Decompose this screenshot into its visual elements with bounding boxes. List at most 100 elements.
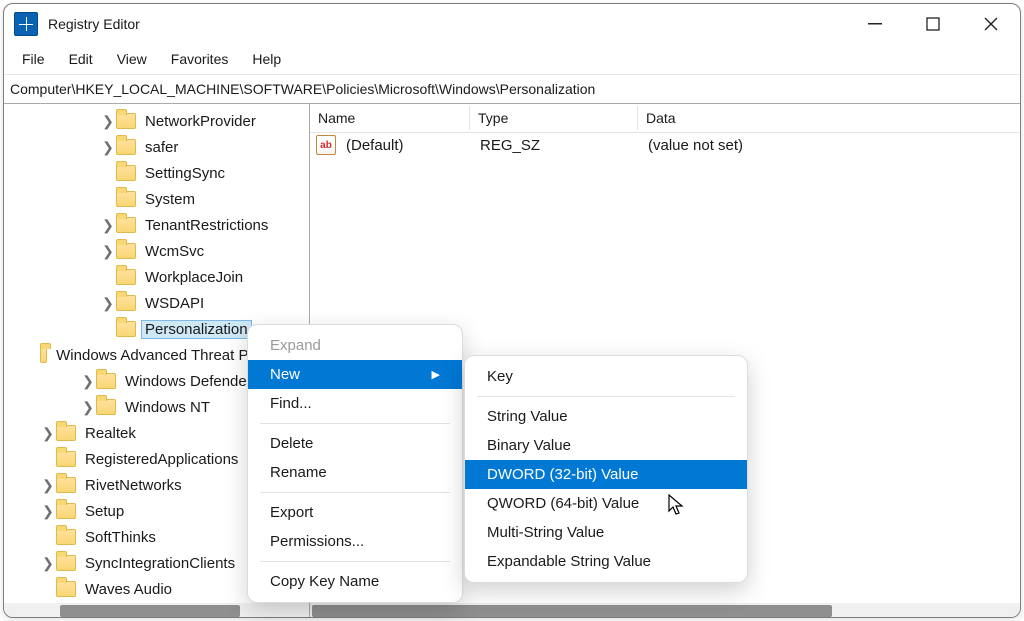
ctx-permissions[interactable]: Permissions... <box>248 527 462 556</box>
value-name: (Default) <box>338 135 472 156</box>
ctx-separator <box>260 492 450 493</box>
new-binary-value[interactable]: Binary Value <box>465 431 747 460</box>
value-row[interactable]: ab(Default)REG_SZ(value not set) <box>310 133 1020 157</box>
title-bar: Registry Editor <box>4 4 1020 44</box>
chevron-right-icon[interactable]: ❯ <box>40 503 56 520</box>
ctx-separator <box>477 396 735 397</box>
value-data: (value not set) <box>640 135 1020 156</box>
tree-item-label: SoftThinks <box>82 529 159 546</box>
chevron-right-icon[interactable]: ❯ <box>100 113 116 130</box>
window-controls <box>846 4 1020 44</box>
menu-help[interactable]: Help <box>240 47 293 71</box>
folder-icon <box>116 191 136 207</box>
chevron-right-icon[interactable]: ❯ <box>40 477 56 494</box>
menu-view[interactable]: View <box>105 47 159 71</box>
folder-icon <box>56 503 76 519</box>
new-key[interactable]: Key <box>465 362 747 391</box>
tree-item-label: System <box>142 191 198 208</box>
folder-icon <box>116 269 136 285</box>
folder-icon <box>56 425 76 441</box>
menu-favorites[interactable]: Favorites <box>159 47 241 71</box>
col-name[interactable]: Name <box>310 106 470 130</box>
ctx-rename[interactable]: Rename <box>248 458 462 487</box>
ctx-separator <box>260 561 450 562</box>
new-expandable-string-value[interactable]: Expandable String Value <box>465 547 747 576</box>
ctx-find[interactable]: Find... <box>248 389 462 418</box>
values-header: Name Type Data <box>310 104 1020 133</box>
tree-item-label: Personalization <box>142 321 251 338</box>
tree-scrollbar[interactable] <box>4 603 309 618</box>
tree-item-label: Windows NT <box>122 399 213 416</box>
values-list[interactable]: ab(Default)REG_SZ(value not set) <box>310 133 1020 157</box>
folder-icon <box>116 139 136 155</box>
folder-icon <box>96 399 116 415</box>
chevron-right-icon[interactable]: ❯ <box>100 243 116 260</box>
folder-icon <box>96 373 116 389</box>
values-scroll-thumb[interactable] <box>312 605 832 617</box>
folder-icon <box>116 165 136 181</box>
new-qword-value[interactable]: QWORD (64-bit) Value <box>465 489 747 518</box>
ctx-separator <box>260 423 450 424</box>
folder-icon <box>56 451 76 467</box>
chevron-right-icon[interactable]: ❯ <box>100 295 116 312</box>
tree-item[interactable]: ❯ WcmSvc <box>4 238 309 264</box>
menu-file[interactable]: File <box>10 47 57 71</box>
folder-icon <box>40 347 48 363</box>
new-dword-value[interactable]: DWORD (32-bit) Value <box>465 460 747 489</box>
chevron-right-icon[interactable]: ❯ <box>80 399 96 416</box>
col-type[interactable]: Type <box>470 106 638 130</box>
tree-item-label: NetworkProvider <box>142 113 259 130</box>
tree-item[interactable]: ❯System <box>4 186 309 212</box>
chevron-right-icon[interactable]: ❯ <box>100 217 116 234</box>
tree-item-label: Windows Defender <box>122 373 255 390</box>
col-data[interactable]: Data <box>638 106 1020 130</box>
folder-icon <box>56 555 76 571</box>
tree-scroll-thumb[interactable] <box>60 605 240 617</box>
context-menu: Expand New ▶ Find... Delete Rename Expor… <box>247 324 463 603</box>
tree-item-label: safer <box>142 139 181 156</box>
folder-icon <box>116 243 136 259</box>
folder-icon <box>116 217 136 233</box>
ctx-export[interactable]: Export <box>248 498 462 527</box>
tree-item-label: RivetNetworks <box>82 477 185 494</box>
tree-item[interactable]: ❯WorkplaceJoin <box>4 264 309 290</box>
tree-item-label: WcmSvc <box>142 243 207 260</box>
tree-item-label: WorkplaceJoin <box>142 269 246 286</box>
maximize-button[interactable] <box>904 4 962 44</box>
new-string-value[interactable]: String Value <box>465 402 747 431</box>
close-button[interactable] <box>962 4 1020 44</box>
chevron-right-icon[interactable]: ❯ <box>100 139 116 156</box>
new-multi-string-value[interactable]: Multi-String Value <box>465 518 747 547</box>
ctx-new[interactable]: New ▶ <box>248 360 462 389</box>
tree-item-label: TenantRestrictions <box>142 217 271 234</box>
tree-item[interactable]: ❯ NetworkProvider <box>4 108 309 134</box>
folder-icon <box>56 529 76 545</box>
ctx-delete[interactable]: Delete <box>248 429 462 458</box>
menu-edit[interactable]: Edit <box>57 47 105 71</box>
value-type: REG_SZ <box>472 135 640 156</box>
tree-item[interactable]: ❯WSDAPI <box>4 290 309 316</box>
values-scrollbar[interactable] <box>310 603 1020 618</box>
ctx-copy-key-name[interactable]: Copy Key Name <box>248 567 462 596</box>
folder-icon <box>116 113 136 129</box>
folder-icon <box>56 581 76 597</box>
folder-icon <box>116 295 136 311</box>
chevron-right-icon[interactable]: ❯ <box>40 555 56 572</box>
chevron-right-icon[interactable]: ❯ <box>40 425 56 442</box>
minimize-button[interactable] <box>846 4 904 44</box>
window-title: Registry Editor <box>48 16 140 32</box>
tree-item-label: Setup <box>82 503 127 520</box>
address-bar[interactable]: Computer\HKEY_LOCAL_MACHINE\SOFTWARE\Pol… <box>4 74 1020 104</box>
tree-item[interactable]: ❯ safer <box>4 134 309 160</box>
submenu-arrow-icon: ▶ <box>432 368 440 381</box>
tree-item-label: SyncIntegrationClients <box>82 555 238 572</box>
address-text: Computer\HKEY_LOCAL_MACHINE\SOFTWARE\Pol… <box>10 81 595 97</box>
chevron-right-icon[interactable]: ❯ <box>80 373 96 390</box>
tree-item-label: Realtek <box>82 425 139 442</box>
menu-bar: File Edit View Favorites Help <box>4 44 1020 74</box>
tree-item[interactable]: ❯SettingSync <box>4 160 309 186</box>
context-submenu-new: Key String Value Binary Value DWORD (32-… <box>464 355 748 583</box>
tree-item[interactable]: ❯ TenantRestrictions <box>4 212 309 238</box>
regedit-icon <box>14 12 38 36</box>
reg-string-icon: ab <box>316 135 336 155</box>
